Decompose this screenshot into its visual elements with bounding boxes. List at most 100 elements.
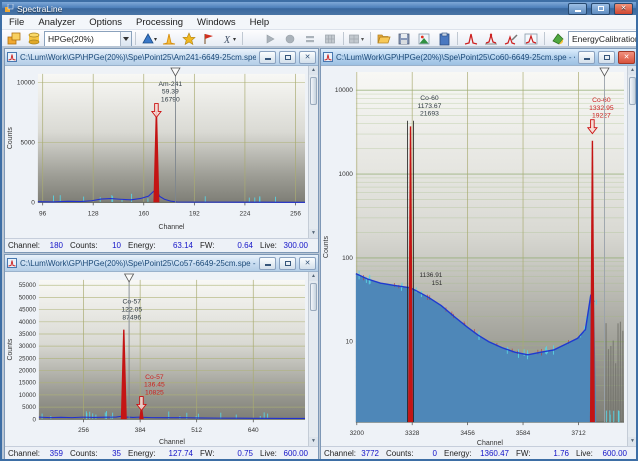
window-minimize-button[interactable] (259, 257, 276, 270)
status-value-counts: 35 (112, 449, 121, 458)
spectrum-window-co60: C:\Lum\Work\GP\HPGe(20%)\Spe\Point25\Co6… (320, 48, 638, 461)
calibration-combo[interactable]: EnergyCalibration (568, 31, 638, 47)
status-value-energy: 63.14 (173, 241, 193, 250)
window-close-button[interactable]: ✕ (299, 51, 316, 64)
status-label-counts: Counts: (70, 241, 98, 250)
peak-funnel-icon[interactable] (139, 31, 159, 46)
scroll-down-arrow[interactable]: ▼ (628, 437, 637, 446)
x-scale-icon[interactable]: X (219, 31, 239, 46)
menu-windows[interactable]: Windows (190, 17, 243, 28)
chart-scrollbar[interactable]: ▲ ▼ (308, 66, 318, 238)
status-value-fw: 1.76 (553, 449, 569, 458)
menu-help[interactable]: Help (243, 17, 277, 28)
star-icon[interactable] (179, 31, 199, 46)
window-title: C:\Lum\Work\GP\HPGe(20%)\Spe\Point25\Am2… (20, 53, 256, 62)
peak-search-icon[interactable] (461, 31, 481, 46)
window-titlebar[interactable]: C:\Lum\Work\GP\HPGe(20%)\Spe\Point25\Am2… (5, 49, 318, 66)
svg-text:3200: 3200 (350, 430, 365, 437)
status-field-live: Live:300.00 (260, 241, 315, 250)
pause-icon[interactable] (300, 31, 320, 46)
scroll-thumb[interactable] (310, 283, 317, 311)
clipboard-icon[interactable] (434, 31, 454, 46)
menu-processing[interactable]: Processing (129, 17, 190, 28)
window-titlebar[interactable]: C:\Lum\Work\GP\HPGe(20%)\Spe\Point25\Co5… (5, 255, 318, 272)
flag-marker-icon[interactable] (199, 31, 219, 46)
svg-text:192: 192 (189, 210, 200, 217)
window-titlebar[interactable]: C:\Lum\Work\GP\HPGe(20%)\Spe\Point25\Co6… (321, 49, 637, 66)
status-field-channel: Channel:3772 (324, 449, 386, 458)
chart-scrollbar[interactable]: ▲ ▼ (308, 272, 318, 446)
status-field-energy: Energy:1360.47 (444, 449, 516, 458)
layout-grid-icon[interactable] (347, 31, 367, 46)
status-value-fw: 0.64 (237, 241, 253, 250)
open-file-icon[interactable] (374, 31, 394, 46)
status-label-channel: Channel: (8, 449, 40, 458)
status-label-energy: Energy: (128, 241, 156, 250)
scroll-down-arrow[interactable]: ▼ (309, 229, 318, 238)
scroll-up-arrow[interactable]: ▲ (309, 272, 318, 281)
window-restore-button[interactable] (279, 51, 296, 64)
window-restore-button[interactable] (279, 257, 296, 270)
app-maximize-button[interactable] (591, 3, 610, 15)
spectrum-window-co57: C:\Lum\Work\GP\HPGe(20%)\Spe\Point25\Co5… (4, 254, 319, 461)
play-icon[interactable] (260, 31, 280, 46)
status-field-counts: Counts:0 (386, 449, 444, 458)
app-titlebar[interactable]: SpectraLine ✕ (2, 2, 636, 15)
save-icon[interactable] (394, 31, 414, 46)
energy-peak-icon[interactable] (159, 31, 179, 46)
status-value-live: 300.00 (284, 241, 308, 250)
app-minimize-button[interactable] (568, 3, 587, 15)
scroll-thumb[interactable] (629, 77, 636, 105)
status-field-channel: Channel:359 (8, 449, 70, 458)
spectrum-file-icon (323, 52, 333, 62)
record-icon[interactable] (280, 31, 300, 46)
scroll-down-arrow[interactable]: ▼ (309, 437, 318, 446)
stop-grid-icon[interactable] (320, 31, 340, 46)
svg-text:50000: 50000 (19, 294, 37, 301)
status-label-fw: FW: (200, 241, 215, 250)
svg-text:3584: 3584 (516, 430, 531, 437)
scroll-up-arrow[interactable]: ▲ (309, 66, 318, 75)
svg-text:Co-57136.4510825: Co-57136.4510825 (144, 374, 165, 397)
svg-text:15000: 15000 (19, 380, 37, 387)
detector-combo[interactable]: HPGe(20%) (44, 31, 132, 47)
window-restore-button[interactable] (598, 51, 615, 64)
svg-text:Counts: Counts (323, 236, 330, 259)
peak-fit-icon[interactable] (481, 31, 501, 46)
status-label-fw: FW: (200, 449, 215, 458)
status-field-counts: Counts: 10 (70, 241, 128, 250)
menu-options[interactable]: Options (82, 17, 129, 28)
window-close-button[interactable]: ✕ (299, 257, 316, 270)
status-label-energy: Energy: (128, 449, 156, 458)
window-close-button[interactable]: ✕ (618, 51, 635, 64)
co60-spectrum-chart[interactable]: 1010010001000032003328345635843712Co-601… (321, 66, 627, 446)
svg-text:Counts: Counts (7, 338, 14, 360)
status-value-counts: 10 (112, 241, 121, 250)
co57-spectrum-chart[interactable]: 0500010000150002000025000300003500040000… (5, 272, 308, 446)
spectrum-file-icon (7, 258, 17, 268)
chart-scrollbar[interactable]: ▲ ▼ (627, 66, 637, 446)
menu-analyzer[interactable]: Analyzer (31, 17, 82, 28)
svg-text:0: 0 (31, 199, 35, 206)
status-field-counts: Counts:35 (70, 449, 128, 458)
svg-text:151: 151 (432, 280, 443, 287)
database-icon[interactable] (24, 31, 44, 46)
detector-combo-arrow[interactable] (120, 32, 131, 46)
scroll-thumb[interactable] (310, 77, 317, 105)
window-minimize-button[interactable] (259, 51, 276, 64)
peak-edit-icon[interactable] (501, 31, 521, 46)
scroll-up-arrow[interactable]: ▲ (628, 66, 637, 75)
peak-window-icon[interactable] (521, 31, 541, 46)
clear-icon[interactable] (548, 31, 568, 46)
app-close-button[interactable]: ✕ (614, 3, 633, 15)
window-minimize-button[interactable] (578, 51, 595, 64)
am241-spectrum-chart[interactable]: 050001000096128160192224256Am-24159.3916… (5, 66, 308, 238)
menubar: FileAnalyzerOptionsProcessingWindowsHelp (2, 15, 636, 30)
mdi-workspace: C:\Lum\Work\GP\HPGe(20%)\Spe\Point25\Am2… (2, 46, 636, 459)
cascade-windows-icon[interactable] (4, 31, 24, 46)
menu-file[interactable]: File (2, 17, 31, 28)
svg-text:3712: 3712 (571, 430, 586, 437)
image-export-icon[interactable] (414, 31, 434, 46)
status-value-channel: 3772 (361, 449, 379, 458)
status-label-fw: FW: (516, 449, 531, 458)
